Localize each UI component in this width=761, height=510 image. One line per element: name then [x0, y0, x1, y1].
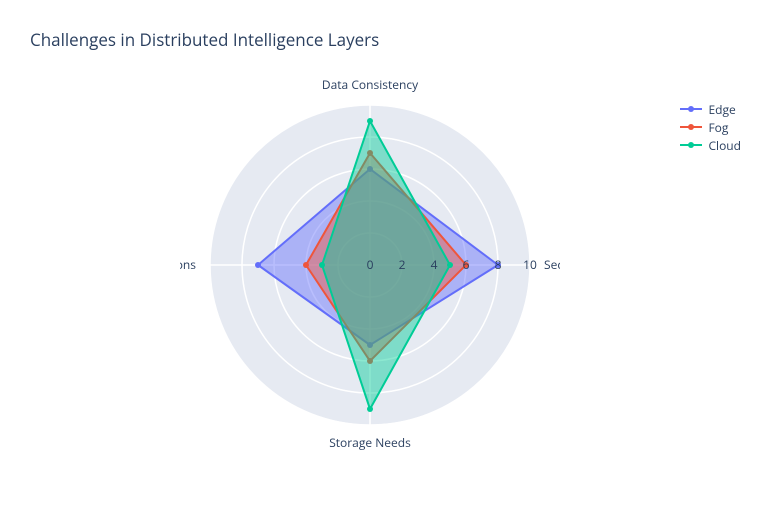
radar-tick-label: 10 — [523, 256, 537, 273]
legend-item-cloud[interactable]: Cloud — [680, 136, 741, 154]
radar-point[interactable] — [255, 262, 261, 268]
page-title: Challenges in Distributed Intelligence L… — [30, 28, 379, 51]
radar-point[interactable] — [447, 262, 453, 268]
legend-swatch — [680, 103, 702, 115]
radar-point[interactable] — [319, 262, 325, 268]
radar-axis-label: Bandwidth Limitations — [180, 256, 196, 273]
radar-axis-label: Data Consistency — [322, 76, 419, 93]
radar-tick-label: 2 — [399, 256, 406, 273]
legend-item-fog[interactable]: Fog — [680, 118, 741, 136]
radar-tick-label: 8 — [495, 256, 502, 273]
radar-chart: 0 2 4 6 8 10 Security Data Consistency Bandwidth… — [180, 75, 560, 455]
radar-tick-label: 6 — [463, 256, 470, 273]
legend-label: Edge — [708, 101, 735, 118]
legend-item-edge[interactable]: Edge — [680, 100, 741, 118]
legend-swatch — [680, 139, 702, 151]
legend-label: Fog — [708, 119, 728, 136]
radar-axis-label: Security — [544, 256, 560, 273]
legend-label: Cloud — [708, 137, 741, 154]
radar-point[interactable] — [367, 118, 373, 124]
legend-swatch — [680, 121, 702, 133]
radar-point[interactable] — [303, 262, 309, 268]
chart-legend: EdgeFogCloud — [680, 100, 741, 154]
radar-tick-label: 4 — [431, 256, 438, 273]
radar-axis-label: Storage Needs — [329, 434, 411, 451]
radar-point[interactable] — [367, 406, 373, 412]
radar-tick-label: 0 — [367, 256, 374, 273]
